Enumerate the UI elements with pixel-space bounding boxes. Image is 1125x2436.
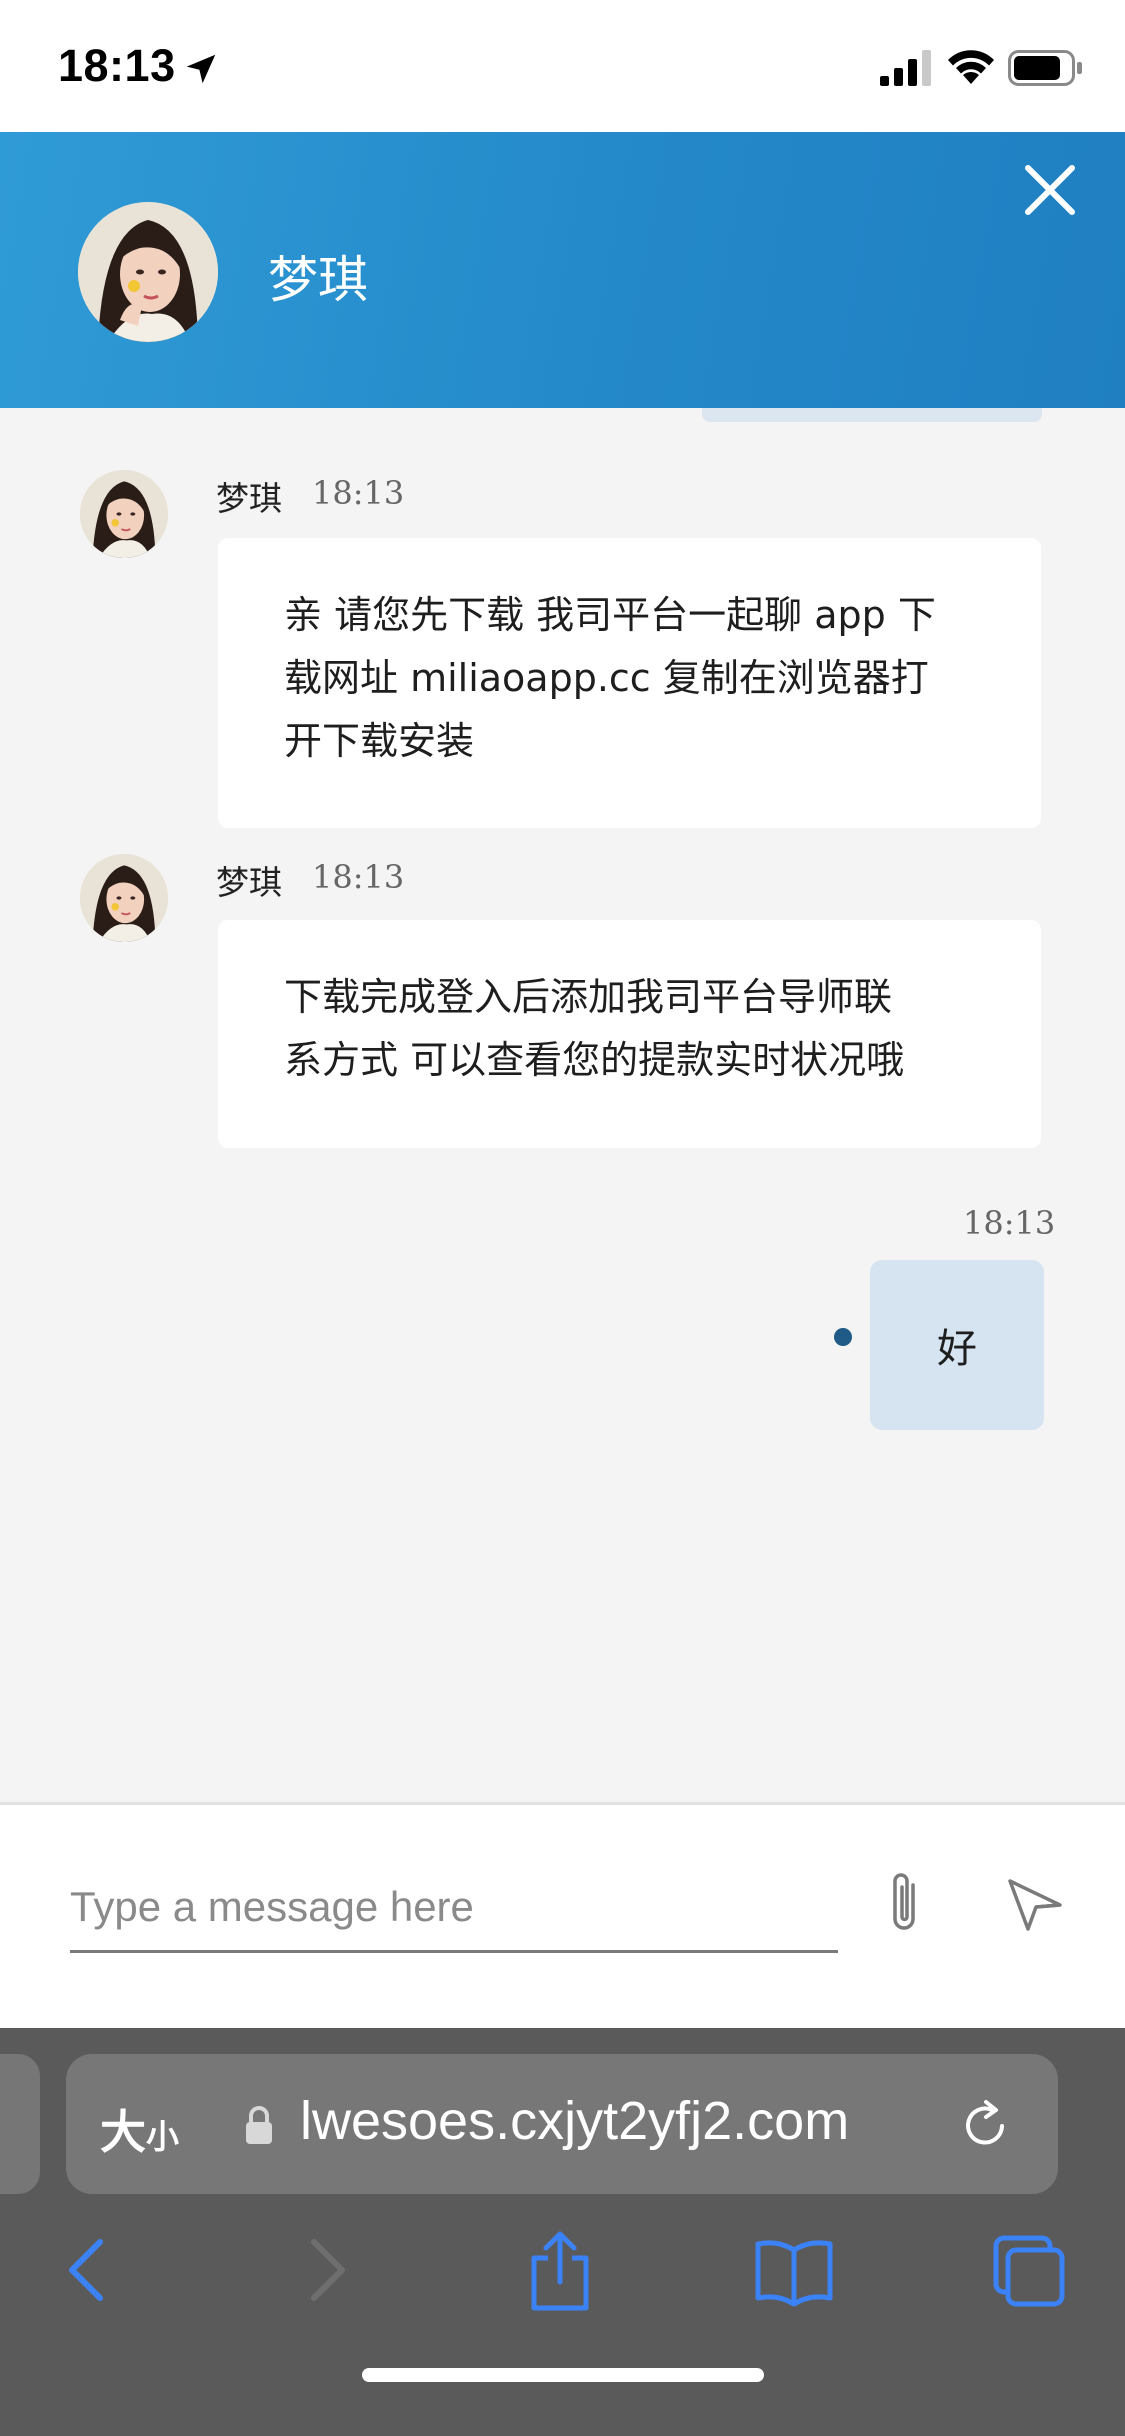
bookmarks-icon[interactable] bbox=[752, 2228, 836, 2312]
text-size-small-label: 小 bbox=[146, 2117, 179, 2156]
battery-icon bbox=[1008, 50, 1082, 86]
message-line: 亲 请您先下载 我司平台一起聊 app 下 bbox=[284, 593, 936, 637]
back-icon[interactable] bbox=[60, 2228, 112, 2312]
close-icon[interactable] bbox=[1018, 158, 1082, 222]
send-icon[interactable] bbox=[1006, 1875, 1064, 1933]
wifi-icon bbox=[948, 50, 994, 84]
cellular-signal-icon bbox=[880, 50, 931, 86]
previous-tab-preview[interactable] bbox=[0, 2054, 40, 2194]
sender-avatar bbox=[80, 470, 168, 558]
status-time: 18:13 bbox=[58, 40, 176, 91]
location-arrow-icon bbox=[186, 54, 216, 84]
message-sender: 梦琪 bbox=[216, 863, 282, 902]
url-text[interactable]: lwesoes.cxjyt2yfj2.com bbox=[300, 2090, 849, 2152]
message-line: 载网址 miliaoapp.cc 复制在浏览器打 bbox=[284, 656, 929, 700]
message-line: 下载完成登入后添加我司平台导师联 bbox=[284, 975, 893, 1019]
forward-icon[interactable] bbox=[302, 2228, 354, 2312]
message-time: 18:13 bbox=[963, 1204, 1056, 1242]
agent-avatar bbox=[78, 202, 218, 342]
outgoing-message-bubble[interactable]: 好 bbox=[870, 1260, 1044, 1430]
chat-header: 梦琪 bbox=[0, 132, 1125, 408]
message-input[interactable] bbox=[70, 1853, 838, 1953]
text-size-large-label: 大 bbox=[100, 2105, 146, 2159]
lock-icon bbox=[246, 2106, 272, 2144]
incoming-message-bubble[interactable]: 下载完成登入后添加我司平台导师联 系方式 可以查看您的提款实时状况哦 bbox=[218, 920, 1041, 1148]
message-time: 18:13 bbox=[312, 858, 405, 896]
text-size-button[interactable]: 大小 bbox=[100, 2096, 179, 2162]
message-time: 18:13 bbox=[312, 474, 405, 512]
message-sender: 梦琪 bbox=[216, 479, 282, 518]
incoming-message-bubble[interactable]: 亲 请您先下载 我司平台一起聊 app 下 载网址 miliaoapp.cc 复… bbox=[218, 538, 1041, 828]
paperclip-icon[interactable] bbox=[876, 1869, 934, 1939]
message-line: 系方式 可以查看您的提款实时状况哦 bbox=[284, 1038, 905, 1082]
address-bar[interactable]: 大小 lwesoes.cxjyt2yfj2.com bbox=[66, 2054, 1058, 2194]
share-icon[interactable] bbox=[526, 2228, 594, 2312]
home-indicator bbox=[362, 2368, 764, 2382]
sender-avatar bbox=[80, 854, 168, 942]
status-bar: 18:13 bbox=[0, 0, 1125, 132]
message-line: 开下载安装 bbox=[284, 719, 475, 763]
message-composer bbox=[0, 1802, 1125, 2028]
previous-message-bubble bbox=[702, 408, 1042, 422]
message-text: 好 bbox=[937, 1326, 977, 1372]
message-status-dot bbox=[834, 1328, 852, 1346]
agent-name: 梦琪 bbox=[268, 251, 368, 309]
reload-icon[interactable] bbox=[956, 2096, 1014, 2154]
message-list[interactable]: 梦琪 18:13 亲 请您先下载 我司平台一起聊 app 下 载网址 milia… bbox=[0, 408, 1125, 1802]
tabs-icon[interactable] bbox=[990, 2228, 1068, 2312]
